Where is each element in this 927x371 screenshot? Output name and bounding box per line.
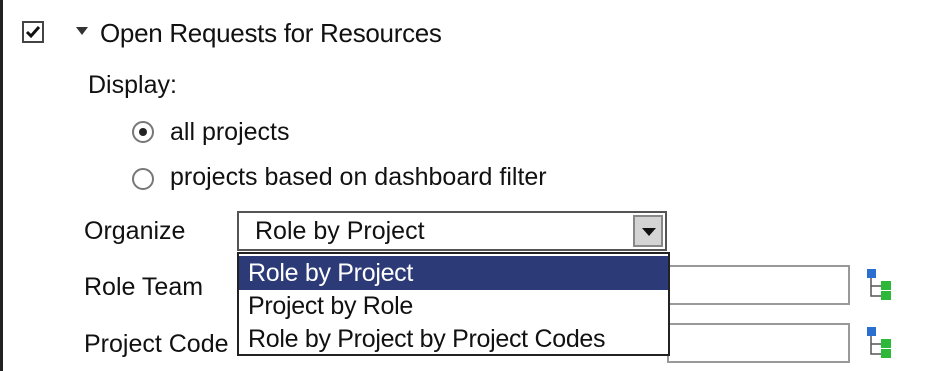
organize-dropdown-button[interactable] (633, 215, 663, 247)
radio-all-projects[interactable] (132, 121, 154, 143)
section-title: Open Requests for Resources (100, 18, 442, 48)
role-team-label: Role Team (84, 273, 204, 301)
display-label: Display: (88, 71, 177, 99)
tree-picker-icon[interactable] (866, 268, 894, 302)
radio-dashboard-filter[interactable] (132, 168, 154, 190)
project-code-label: Project Code (84, 330, 229, 358)
section-enable-checkbox[interactable] (22, 21, 44, 43)
radio-label-all-projects: all projects (170, 118, 290, 146)
option-project-by-role[interactable]: Project by Role (239, 289, 668, 323)
check-icon (25, 26, 41, 39)
triangle-down-icon[interactable] (76, 27, 88, 35)
organize-label: Organize (84, 217, 186, 245)
role-team-input[interactable] (667, 265, 850, 305)
organize-select[interactable]: Role by Project (237, 211, 667, 251)
organize-select-value: Role by Project (255, 217, 425, 245)
radio-label-dashboard-filter: projects based on dashboard filter (170, 163, 547, 191)
organize-dropdown-list[interactable]: Role by Project Project by Role Role by … (237, 252, 670, 356)
panel-left-border (0, 0, 3, 371)
tree-picker-icon[interactable] (866, 326, 894, 360)
project-code-input[interactable] (667, 323, 850, 363)
option-role-by-project[interactable]: Role by Project (239, 256, 668, 290)
chevron-down-icon (642, 228, 656, 236)
radio-dot (139, 128, 147, 136)
option-role-by-project-by-project-codes[interactable]: Role by Project by Project Codes (239, 322, 668, 356)
